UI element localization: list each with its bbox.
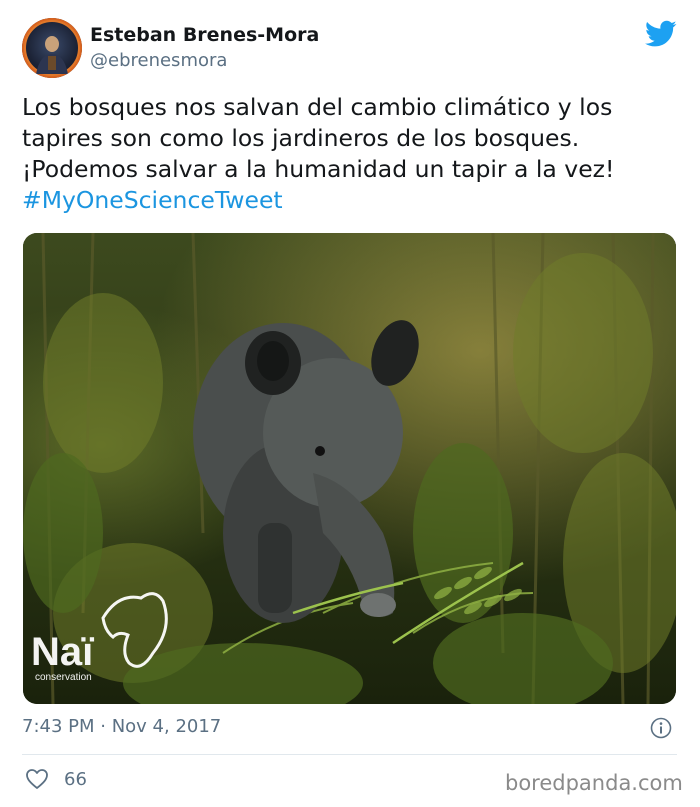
like-count: 66 [64, 769, 87, 790]
logo-text: Naï [31, 630, 94, 674]
hashtag-link[interactable]: #MyOneScienceTweet [22, 185, 682, 216]
watermark: boredpanda.com [505, 771, 683, 795]
tweet-text-line: Los bosques nos salvan del cambio climát… [22, 93, 613, 121]
tweet-text: Los bosques nos salvan del cambio climát… [22, 92, 682, 216]
author-handle[interactable]: @ebrenesmora [90, 50, 227, 71]
tweet-photo[interactable]: Naï conservation [23, 233, 676, 704]
tweet-timestamp[interactable]: 7:43 PM · Nov 4, 2017 [22, 716, 221, 737]
tweet-text-line: tapires son como los jardineros de los b… [22, 124, 580, 152]
logo-subtext: conservation [35, 672, 92, 683]
avatar[interactable] [22, 18, 82, 78]
heart-icon[interactable] [25, 768, 49, 790]
info-icon[interactable] [650, 717, 672, 739]
author-name[interactable]: Esteban Brenes-Mora [90, 24, 319, 46]
tweet-card: Esteban Brenes-Mora @ebrenesmora Los bos… [0, 0, 700, 807]
tweet-text-line: ¡Podemos salvar a la humanidad un tapir … [22, 155, 615, 183]
divider [22, 754, 677, 755]
twitter-bird-icon[interactable] [645, 20, 677, 48]
